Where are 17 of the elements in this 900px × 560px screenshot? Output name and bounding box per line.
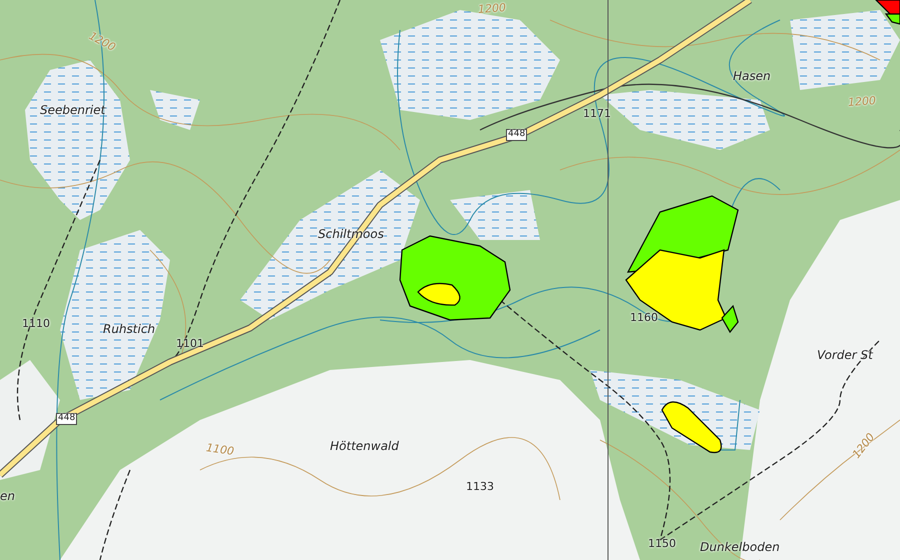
spot-height: 1133	[466, 481, 494, 494]
contour-label: 1100	[205, 442, 235, 458]
spot-height: 1150	[648, 538, 676, 550]
place-name: Vorder St	[817, 349, 873, 362]
spot-height: 1110	[22, 318, 50, 330]
contour-label: 1200	[86, 30, 118, 54]
spot-height: 1160	[630, 312, 658, 324]
place-name: en	[0, 490, 15, 504]
route-number: 448	[56, 413, 78, 425]
spot-height: 1101	[176, 338, 204, 350]
contour-label: 1200	[848, 95, 876, 110]
route-number: 448	[506, 129, 528, 141]
contour-label: 1200	[478, 2, 506, 16]
place-name: Ruhstich	[103, 323, 156, 336]
place-name: Dunkelboden	[700, 541, 780, 554]
place-name: Höttenwald	[330, 440, 399, 454]
place-name: Hasen	[733, 70, 771, 84]
